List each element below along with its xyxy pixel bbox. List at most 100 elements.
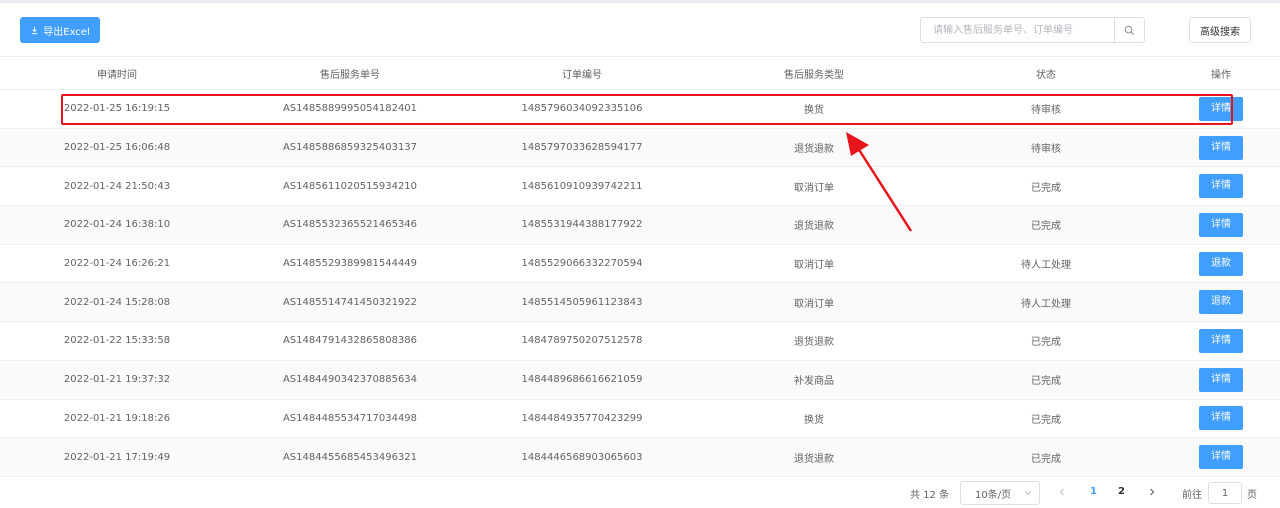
- detail-button[interactable]: 详情: [1199, 212, 1243, 237]
- refund-button[interactable]: 退款: [1199, 290, 1243, 315]
- apply-time-cell: 2022-01-21 19:18:26: [63, 412, 171, 424]
- table-row: 2022-01-24 16:38:10 AS1485532365521465346…: [0, 205, 1280, 245]
- column-service-no-header: 售后服务单号: [320, 69, 380, 81]
- page-size-value: 10条/页: [975, 489, 1012, 501]
- service-no-cell: AS1485514741450321922: [282, 296, 418, 308]
- service-no-cell: AS1485886859325403137: [282, 142, 418, 154]
- order-no-cell: 1485514505961123843: [521, 296, 643, 308]
- service-no-cell: AS1484485534717034498: [282, 412, 418, 424]
- order-no-cell: 1485531944388177922: [521, 219, 643, 231]
- order-no-cell: 1485529066332270594: [521, 258, 643, 270]
- status-cell: 待人工处理: [1021, 260, 1071, 272]
- chevron-right-icon: [1150, 488, 1155, 496]
- status-cell: 已完成: [1031, 182, 1061, 194]
- goto-page-input[interactable]: [1208, 482, 1242, 504]
- table-body: 2022-01-25 16:19:15 AS1485889995054182401…: [0, 89, 1280, 477]
- action-cell: 详情: [1162, 206, 1280, 245]
- action-cell: 详情: [1162, 128, 1280, 167]
- search-button[interactable]: [1114, 18, 1144, 42]
- apply-time-cell: 2022-01-24 21:50:43: [63, 180, 171, 192]
- service-no-cell: AS1484791432865808386: [282, 335, 418, 347]
- table-row: 2022-01-24 16:26:21 AS1485529389981544449…: [0, 244, 1280, 283]
- table-row: 2022-01-22 15:33:58 AS1484791432865808386…: [0, 321, 1280, 361]
- table-row: 2022-01-21 19:37:32 AS1484490342370885634…: [0, 360, 1280, 399]
- service-no-cell: AS1485532365521465346: [282, 219, 418, 231]
- apply-time-cell: 2022-01-24 15:28:08: [63, 296, 171, 308]
- order-no-cell: 1484484935770423299: [521, 412, 643, 424]
- chevron-left-icon: [1059, 488, 1064, 496]
- service-type-cell: 退货退款: [794, 144, 834, 156]
- column-action-header: 操作: [1211, 69, 1231, 81]
- table-row: 2022-01-25 16:06:48 AS1485886859325403137…: [0, 128, 1280, 167]
- order-no-cell: 1485796034092335106: [521, 103, 643, 115]
- status-cell: 待审核: [1031, 144, 1061, 156]
- chevron-down-icon: [1024, 491, 1032, 496]
- page-size-select[interactable]: 10条/页: [960, 481, 1040, 505]
- download-icon: [32, 26, 38, 34]
- status-cell: 待人工处理: [1021, 298, 1071, 310]
- order-no-cell: 1484489686616621059: [521, 374, 643, 386]
- service-type-cell: 取消订单: [794, 298, 834, 310]
- service-type-cell: 退货退款: [794, 337, 834, 349]
- table-row: 2022-01-25 16:19:15 AS1485889995054182401…: [0, 89, 1280, 129]
- search-icon: [1124, 25, 1135, 35]
- action-cell: 详情: [1162, 167, 1280, 206]
- column-service-type-header: 售后服务类型: [784, 69, 844, 81]
- service-type-cell: 取消订单: [794, 260, 834, 272]
- apply-time-cell: 2022-01-24 16:38:10: [63, 219, 171, 231]
- action-cell: 详情: [1162, 438, 1280, 477]
- service-type-cell: 换货: [804, 105, 824, 117]
- action-cell: 详情: [1162, 360, 1280, 399]
- detail-button[interactable]: 详情: [1199, 367, 1243, 392]
- table-row: 2022-01-21 17:19:49 AS1484455685453496321…: [0, 437, 1280, 477]
- service-type-cell: 退货退款: [794, 453, 834, 465]
- toolbar: 导出Excel 高级搜索: [0, 3, 1280, 58]
- after-sales-table: 申请时间 售后服务单号 订单编号 售后服务类型 状态 操作 2022-01-25 16:1…: [0, 56, 1280, 477]
- table-row: 2022-01-24 21:50:43 AS1485611020515934210…: [0, 166, 1280, 206]
- action-cell: 退款: [1162, 244, 1280, 283]
- next-page-button[interactable]: [1148, 486, 1156, 501]
- service-no-cell: AS1484490342370885634: [282, 374, 418, 386]
- pagination: 共 12 条 10条/页 1 2 前往 页: [0, 481, 1280, 505]
- pagination-total: 共 12 条: [910, 490, 950, 501]
- service-no-cell: AS1484455685453496321: [282, 451, 418, 463]
- export-excel-label: 导出Excel: [43, 26, 90, 38]
- detail-button[interactable]: 详情: [1199, 174, 1243, 199]
- status-cell: 已完成: [1031, 414, 1061, 426]
- export-excel-button[interactable]: 导出Excel: [20, 17, 100, 43]
- prev-page-button[interactable]: [1058, 486, 1066, 501]
- table-row: 2022-01-21 19:18:26 AS1484485534717034498…: [0, 399, 1280, 438]
- column-apply-time-header: 申请时间: [97, 69, 137, 81]
- apply-time-cell: 2022-01-22 15:33:58: [63, 335, 171, 347]
- refund-button[interactable]: 退款: [1199, 251, 1243, 276]
- status-cell: 已完成: [1031, 453, 1061, 465]
- apply-time-cell: 2022-01-25 16:19:15: [63, 103, 171, 115]
- status-cell: 已完成: [1031, 221, 1061, 233]
- service-no-cell: AS1485529389981544449: [282, 258, 418, 270]
- apply-time-cell: 2022-01-21 19:37:32: [63, 374, 171, 386]
- apply-time-cell: 2022-01-25 16:06:48: [63, 142, 171, 154]
- advanced-search-button[interactable]: 高级搜索: [1189, 17, 1251, 43]
- detail-button[interactable]: 详情: [1199, 96, 1243, 121]
- table-row: 2022-01-24 15:28:08 AS1485514741450321922…: [0, 282, 1280, 322]
- detail-button[interactable]: 详情: [1199, 328, 1243, 353]
- detail-button[interactable]: 详情: [1199, 445, 1243, 470]
- service-type-cell: 退货退款: [794, 221, 834, 233]
- column-status-header: 状态: [1036, 69, 1056, 81]
- service-type-cell: 换货: [804, 414, 824, 426]
- page-2-button[interactable]: 2: [1118, 486, 1125, 497]
- search-input[interactable]: [921, 18, 1114, 42]
- detail-button[interactable]: 详情: [1199, 406, 1243, 431]
- status-cell: 已完成: [1031, 337, 1061, 349]
- service-type-cell: 补发商品: [794, 376, 834, 388]
- action-cell: 详情: [1162, 90, 1280, 129]
- action-cell: 退款: [1162, 283, 1280, 322]
- column-order-no-header: 订单编号: [562, 69, 602, 81]
- search-box: [920, 17, 1145, 43]
- action-cell: 详情: [1162, 322, 1280, 361]
- status-cell: 已完成: [1031, 376, 1061, 388]
- detail-button[interactable]: 详情: [1199, 135, 1243, 160]
- page-1-button[interactable]: 1: [1090, 486, 1097, 497]
- goto-suffix: 页: [1247, 490, 1257, 501]
- goto-prefix: 前往: [1182, 490, 1202, 501]
